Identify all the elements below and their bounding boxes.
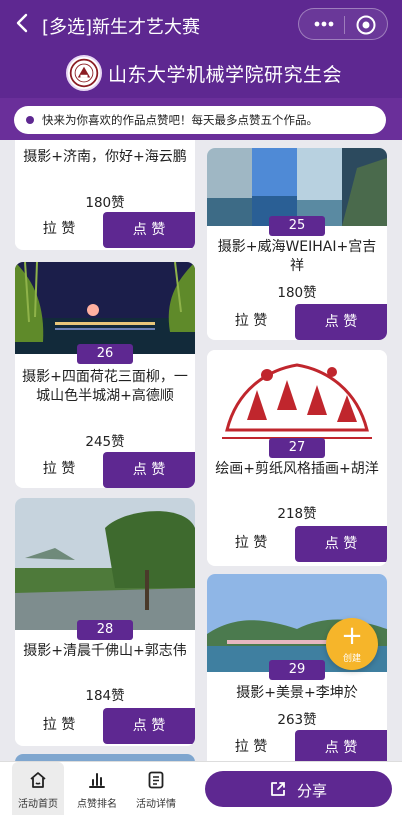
- share-icon: [271, 782, 285, 796]
- notice-text: 快来为你喜欢的作品点赞吧！每天最多点赞五个作品。: [42, 113, 318, 127]
- entry-card-28[interactable]: 28 摄影+清晨千佛山+郭志伟 184赞 拉 赞 点 赞: [15, 498, 195, 746]
- share-button[interactable]: 分享: [205, 771, 392, 807]
- vote-count: 180赞: [277, 285, 317, 301]
- entry-number: 29: [269, 660, 325, 680]
- entry-title: 摄影+威海WEIHAI+宫吉祥: [217, 239, 377, 274]
- entry-photo: [207, 148, 387, 226]
- like-button[interactable]: 点 赞: [295, 304, 387, 340]
- like-button[interactable]: 点 赞: [103, 708, 195, 744]
- notice-bar: 快来为你喜欢的作品点赞吧！每天最多点赞五个作品。: [14, 106, 386, 134]
- back-arrow-icon[interactable]: [10, 10, 36, 36]
- close-target-icon[interactable]: [355, 14, 377, 36]
- entry-number: 28: [77, 620, 133, 640]
- like-button[interactable]: 点 赞: [103, 212, 195, 248]
- tab-label: 活动详情: [136, 799, 176, 810]
- home-icon: [30, 772, 46, 788]
- entry-photo: [15, 262, 195, 354]
- org-name: 山东大学机械学院研究生会: [108, 64, 343, 86]
- entry-number: 27: [269, 438, 325, 458]
- notice-dot-icon: [26, 116, 34, 124]
- tab-ranking[interactable]: 点赞排名: [71, 762, 123, 815]
- pull-vote-button[interactable]: 拉 赞: [207, 730, 295, 761]
- document-icon: [148, 771, 164, 789]
- org-banner: 山东大学机械学院研究生会: [0, 48, 402, 98]
- vote-count: 180赞: [85, 195, 125, 211]
- like-button[interactable]: 点 赞: [295, 730, 387, 761]
- entry-title: 绘画+剪纸风格插画+胡洋: [215, 461, 379, 477]
- tab-details[interactable]: 活动详情: [130, 762, 182, 815]
- entry-photo: [15, 754, 195, 761]
- bottom-tab-bar: 活动首页 点赞排名 活动详情 分享: [0, 761, 402, 815]
- entry-photo: [207, 350, 387, 446]
- capsule-divider: [344, 16, 345, 34]
- vote-count: 218赞: [277, 506, 317, 522]
- create-label: 创建: [342, 654, 361, 664]
- tab-activity-home[interactable]: 活动首页: [12, 762, 64, 815]
- entry-card-next[interactable]: [15, 754, 195, 761]
- entry-title: 摄影+清晨千佛山+郭志伟: [23, 643, 187, 659]
- vote-count: 263赞: [277, 712, 317, 728]
- university-logo: [66, 55, 102, 91]
- pull-vote-button[interactable]: 拉 赞: [15, 708, 103, 742]
- pull-vote-button[interactable]: 拉 赞: [15, 452, 103, 486]
- entry-photo: [15, 498, 195, 630]
- entry-card-24[interactable]: 摄影+济南，你好+海云鹏 180赞 拉 赞 点 赞: [15, 140, 195, 250]
- vote-count: 245赞: [85, 434, 125, 450]
- pull-vote-button[interactable]: 拉 赞: [15, 212, 103, 246]
- plus-icon: +: [341, 621, 363, 651]
- mini-program-capsule: [298, 8, 388, 40]
- entry-title: 摄影+四面荷花三面柳，一城山色半城湖+高德顺: [22, 369, 188, 404]
- bar-chart-icon: [89, 773, 105, 788]
- like-button[interactable]: 点 赞: [295, 526, 387, 562]
- tab-label: 活动首页: [18, 799, 58, 810]
- title-bar: [多选]新生才艺大赛: [0, 0, 402, 48]
- share-label: 分享: [297, 782, 328, 800]
- vote-count: 184赞: [85, 688, 125, 704]
- entry-number: 26: [77, 344, 133, 364]
- entry-card-27[interactable]: 27 绘画+剪纸风格插画+胡洋 218赞 拉 赞 点 赞: [207, 350, 387, 566]
- like-button[interactable]: 点 赞: [103, 452, 195, 488]
- page-title: [多选]新生才艺大赛: [42, 17, 201, 38]
- tab-label: 点赞排名: [77, 799, 117, 810]
- entry-number: 25: [269, 216, 325, 236]
- pull-vote-button[interactable]: 拉 赞: [207, 526, 295, 560]
- more-icon[interactable]: [309, 18, 339, 30]
- entry-title: 摄影+美景+李坤於: [236, 685, 358, 701]
- create-button[interactable]: + 创建: [326, 618, 378, 670]
- entry-title: 摄影+济南，你好+海云鹏: [23, 149, 187, 165]
- pull-vote-button[interactable]: 拉 赞: [207, 304, 295, 338]
- entry-card-25[interactable]: 25 摄影+威海WEIHAI+宫吉祥 180赞 拉 赞 点 赞: [207, 148, 387, 340]
- entries-feed[interactable]: 摄影+济南，你好+海云鹏 180赞 拉 赞 点 赞 26 摄影+四面荷花三面柳，…: [0, 140, 402, 761]
- entry-card-26[interactable]: 26 摄影+四面荷花三面柳，一城山色半城湖+高德顺 245赞 拉 赞 点 赞: [15, 262, 195, 488]
